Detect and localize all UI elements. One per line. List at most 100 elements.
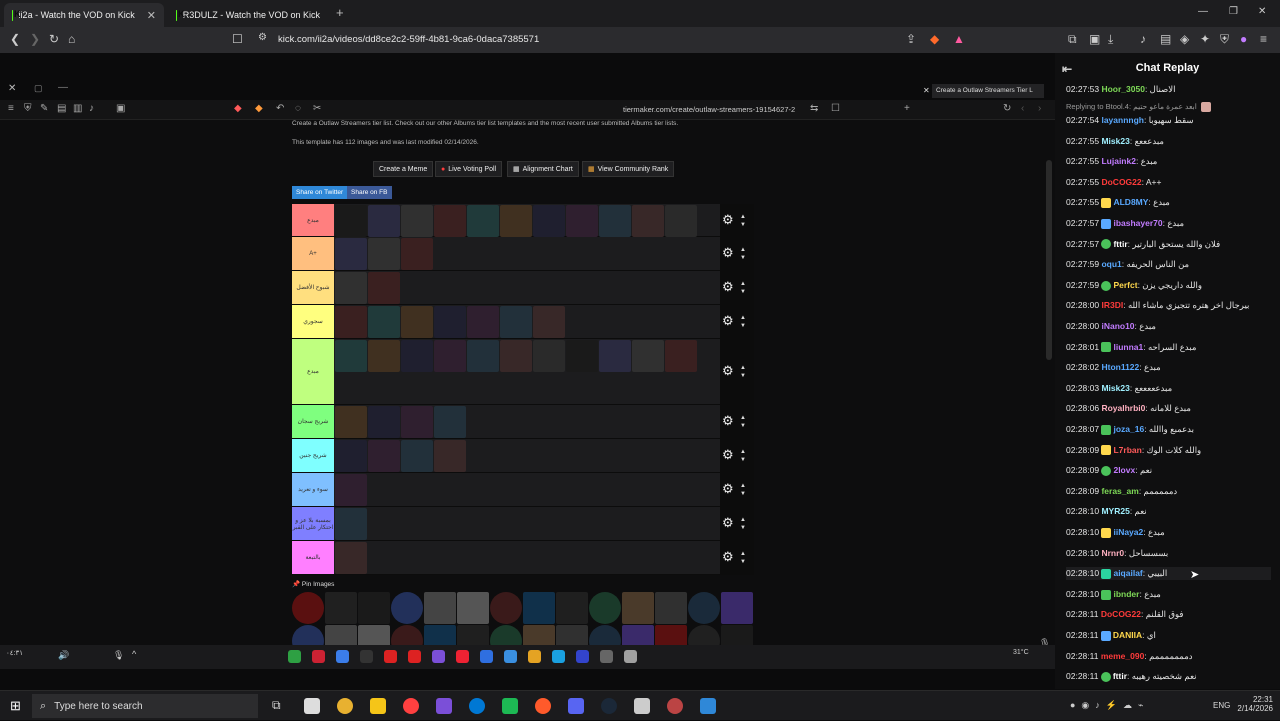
spotify-icon[interactable] [502,698,518,714]
github-icon[interactable] [634,698,650,714]
settings-icon[interactable] [304,698,320,714]
chat-username[interactable]: meme_090 [1101,651,1144,661]
chat-message[interactable]: 02:28:02 Hton1122: مبدع [1066,361,1271,374]
chat-message[interactable]: 02:28:09 2lovx: نعم [1066,464,1271,477]
chat-message[interactable]: 02:27:57 fttir: فلان والله يستحق البارتي… [1066,238,1271,251]
chat-username[interactable]: Perfct [1113,280,1137,290]
chat-username[interactable]: iNano10 [1101,321,1134,331]
brave-shield-icon[interactable]: ◆ [930,32,939,46]
chat-message[interactable]: 02:28:09 L7rban: والله كلات الوك [1066,444,1271,457]
site-info-icon[interactable]: ⚙ [258,32,267,43]
chat-username[interactable]: layannngh [1101,115,1144,125]
reload-icon[interactable]: ↻ [49,32,59,46]
chat-message[interactable]: 02:28:10 Nrnr0: بسسساحل [1066,547,1271,560]
steam-icon[interactable] [601,698,617,714]
chat-username[interactable]: MYR25 [1101,506,1129,516]
bookmark-icon[interactable]: ☐ [232,32,243,46]
chat-message[interactable]: 02:27:59 Perfct: والله داريجي يزن [1066,279,1271,292]
clock[interactable]: 22:31 2/14/2026 [1237,695,1273,713]
window-icon[interactable]: ▢ [34,83,43,94]
chat-message[interactable]: 02:28:00 IR3DI: بيرجال اخر هتره تتجيزي م… [1066,299,1271,312]
chat-username[interactable]: iiNaya2 [1113,527,1143,537]
chat-username[interactable]: Misk23 [1101,136,1129,146]
close-icon[interactable]: ✕ [8,83,16,94]
chat-message[interactable]: 02:28:11 fttir: نعم شخصيته رهيبه [1066,670,1271,683]
chat-message[interactable]: 02:27:55 Lujaink2: مبدع [1066,155,1271,168]
minimize-icon[interactable]: — [58,82,68,93]
chat-message[interactable]: 02:28:11 DoCOG22: فوق القلنم [1066,608,1271,621]
sidebar-icon[interactable]: ▤ [1160,32,1171,46]
leo-icon[interactable]: ✦ [1200,32,1210,46]
task-view-icon[interactable]: ⧉ [272,698,281,713]
chat-message[interactable]: 02:27:55 DoCOG22: A++ [1066,176,1271,189]
chrome-icon[interactable] [337,698,353,714]
chat-username[interactable]: DANIIA [1113,630,1142,640]
tab-ii2a[interactable]: ii2a - Watch the VOD on Kick ✕ [4,3,164,27]
chat-message[interactable]: Replying to Btool.4: ابعد عمرة ماعو حتيم [1066,100,1271,113]
close-window-icon[interactable]: ✕ [1258,6,1266,17]
new-tab-icon[interactable]: + [336,5,344,20]
chat-username[interactable]: Hton1122 [1101,362,1139,372]
brave-icon[interactable] [535,698,551,714]
library-icon[interactable]: ♪ [1140,32,1146,46]
chat-message[interactable]: 02:27:55 ALD8MY: مبدع [1066,196,1271,209]
chat-message[interactable]: 02:27:53 Hoor_3050: الاصنال [1066,83,1271,96]
opera-icon[interactable] [403,698,419,714]
minimize-icon[interactable]: — [1198,6,1208,17]
chat-message[interactable]: 02:28:03 Misk23: مبدعععععع [1066,382,1271,395]
close-tab-icon[interactable]: ✕ [147,9,156,22]
home-icon[interactable]: ⌂ [68,32,75,46]
chat-message[interactable]: 02:28:10 MYR25: نعم [1066,505,1271,518]
profile-icon[interactable]: ● [1240,32,1247,46]
chat-username[interactable]: IR3DI [1101,300,1123,310]
chat-message[interactable]: 02:28:10 iiNaya2: مبدع [1066,526,1271,539]
collapse-chat-icon[interactable]: ⇤ [1062,62,1072,76]
chat-message[interactable]: 02:27:55 Misk23: مبدعععع [1066,135,1271,148]
tab-r3dulz[interactable]: R3DULZ - Watch the VOD on Kick [168,3,328,27]
wallet-icon[interactable]: ◈ [1180,32,1189,46]
chat-username[interactable]: aiqailaf [1113,568,1142,578]
chat-message[interactable]: 02:28:10 aiqailaf: البيبي [1066,567,1271,581]
chat-message[interactable]: 02:28:01 liunna1: مبدع السراحه [1066,341,1271,354]
taskbar-search[interactable]: ⌕ Type here to search [32,694,258,718]
chat-message[interactable]: 02:27:59 oqu1: من الناس الحريفه [1066,258,1271,271]
chat-username[interactable]: L7rban [1113,445,1141,455]
file-explorer-icon[interactable] [370,698,386,714]
windows-start-icon[interactable]: ⊞ [10,698,21,714]
back-icon[interactable]: ❮ [10,32,20,46]
chat-message[interactable]: 02:28:06 Royalhrbi0: مبدع للامانه [1066,402,1271,415]
forward-icon[interactable]: ❯ [30,32,40,46]
chat-message[interactable]: 02:28:09 feras_am: دمممممم [1066,485,1271,498]
address-bar[interactable]: kick.com/ii2a/videos/dd8ce2c2-59ff-4b81-… [278,34,539,45]
chat-username[interactable]: 2lovx [1113,465,1135,475]
chat-username[interactable]: Lujaink2 [1101,156,1135,166]
chat-username[interactable]: ibashayer70 [1113,218,1162,228]
chat-username[interactable]: Hoor_3050 [1101,84,1144,94]
downloads-icon[interactable]: ⤓ [1108,32,1113,47]
chat-username[interactable]: ibnder [1113,589,1139,599]
chat-username[interactable]: Nrnr0 [1101,548,1124,558]
chat-message[interactable]: 02:28:11 meme_090: دمممممممم [1066,650,1271,663]
vpn-icon[interactable]: ⛨ [1220,32,1229,47]
chat-message[interactable]: 02:28:10 ibnder: مبدع [1066,588,1271,601]
chat-username[interactable]: feras_am [1101,486,1138,496]
chat-message[interactable]: 02:27:54 layannngh: سقط سهيوبا [1066,114,1271,127]
language-indicator[interactable]: ENG [1213,701,1230,710]
discord-icon[interactable] [568,698,584,714]
rewards-icon[interactable]: ▲ [953,32,965,46]
chat-username[interactable]: Misk23 [1101,383,1129,393]
restore-icon[interactable]: ❐ [1229,6,1238,17]
chat-username[interactable]: Royalhrbi0 [1101,403,1145,413]
share-icon[interactable]: ⇪ [906,32,916,46]
chat-message[interactable]: 02:27:57 ibashayer70: مبدع [1066,217,1271,230]
chat-username[interactable]: fttir [1113,239,1127,249]
chat-message[interactable]: 02:28:11 DANIIA: اي [1066,629,1271,642]
store-icon[interactable] [469,698,485,714]
chat-username[interactable]: DoCOG22 [1101,609,1141,619]
chat-username[interactable]: fttir [1113,671,1127,681]
chat-username[interactable]: DoCOG22 [1101,177,1141,187]
extensions-icon[interactable]: ⧉ [1068,32,1077,47]
chat-message[interactable]: 02:28:00 iNano10: مبدع [1066,320,1271,333]
chat-username[interactable]: oqu1 [1101,259,1121,269]
menu-icon[interactable]: ≡ [1260,32,1267,46]
